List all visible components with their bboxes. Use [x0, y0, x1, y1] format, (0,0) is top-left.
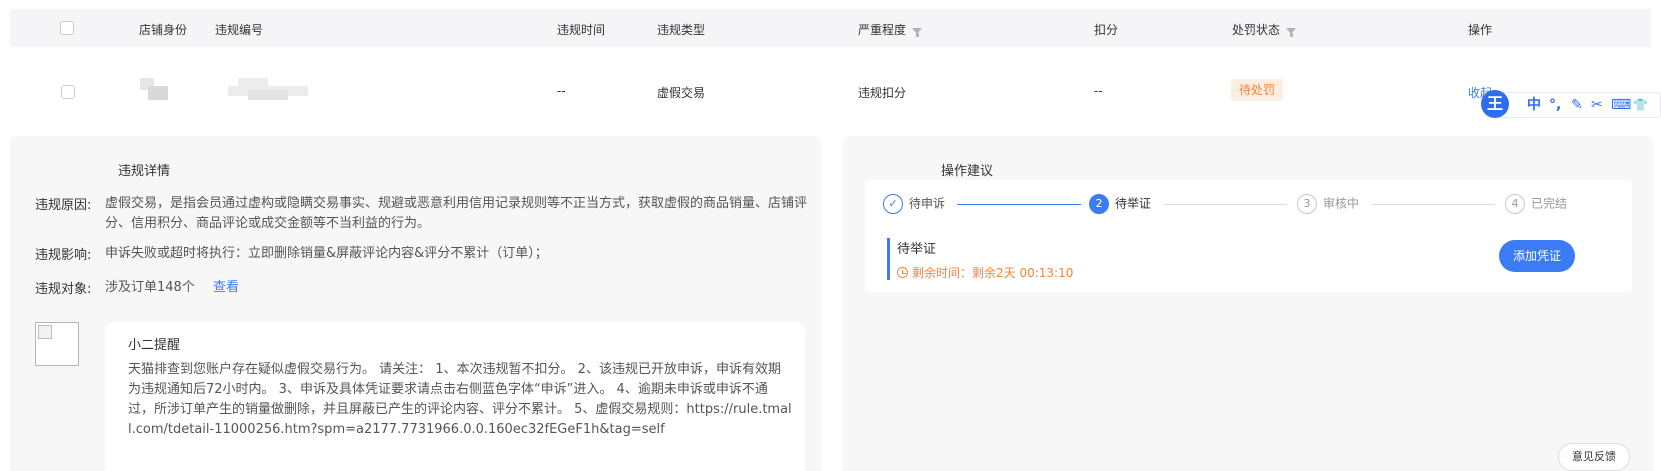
step-number-2: 2 — [1089, 194, 1109, 214]
select-all-checkbox[interactable] — [60, 21, 74, 35]
step-label: 待举证 — [1115, 196, 1152, 211]
target-label: 违规对象: — [35, 282, 92, 297]
header-store-identity: 店铺身份 — [139, 23, 188, 37]
step-label: 审核中 — [1323, 196, 1360, 211]
filter-icon[interactable] — [1286, 28, 1297, 37]
check-icon: ✓ — [883, 194, 903, 214]
step-pending-appeal: ✓ 待申诉 — [883, 194, 945, 214]
header-action: 操作 — [1468, 23, 1493, 37]
cell-deduction: -- — [1094, 84, 1103, 98]
step-pending-evidence: 2 待举证 — [1089, 194, 1151, 214]
countdown-text: 剩余时间：剩余2天 00:13:10 — [912, 266, 1074, 280]
step-line-todo — [1371, 204, 1495, 205]
reminder-text: 天猫排查到您账户存在疑似虚假交易行为。 请关注： 1、本次违规暂不扣分。 2、该… — [128, 362, 792, 437]
view-orders-link[interactable]: 查看 — [213, 280, 239, 295]
step-number-4: 4 — [1505, 194, 1525, 214]
header-severity-label: 严重程度 — [858, 23, 907, 37]
header-penalty-status-label: 处罚状态 — [1232, 23, 1281, 37]
target-text: 涉及订单148个 查看 — [105, 278, 239, 298]
ime-toolbar: 王 中 °, ✎ ✂ ⌨ 👕 — [1481, 90, 1661, 118]
cell-severity: 违规扣分 — [858, 86, 907, 100]
current-step-indicator — [887, 238, 890, 280]
add-evidence-button[interactable]: 添加凭证 — [1499, 240, 1575, 272]
countdown-timer: 剩余时间：剩余2天 00:13:10 — [897, 264, 1073, 281]
cell-violation-type: 虚假交易 — [657, 86, 706, 100]
step-label: 待申诉 — [909, 196, 946, 211]
reason-text: 虚假交易，是指会员通过虚构或隐瞒交易事实、规避或恶意利用信用记录规则等不正当方式… — [105, 196, 808, 231]
details-title: 违规详情 — [118, 164, 171, 179]
step-line-todo — [1163, 204, 1287, 205]
status-badge: 待处罚 — [1231, 79, 1284, 101]
step-reviewing: 3 审核中 — [1297, 194, 1359, 214]
row-checkbox[interactable] — [61, 85, 75, 99]
avatar — [35, 322, 79, 366]
ime-logo-icon[interactable]: 王 — [1481, 90, 1509, 118]
target-order-count: 涉及订单148个 — [105, 280, 195, 295]
table-header: 店铺身份 违规编号 违规时间 违规类型 严重程度 扣分 处罚状态 操作 — [10, 9, 1651, 47]
step-completed: 4 已完结 — [1505, 194, 1567, 214]
cell-violation-time: -- — [557, 84, 566, 98]
progress-steps-card: ✓ 待申诉 2 待举证 3 审核中 4 已完结 待举证 剩余时间：剩余2天 00:13:… — [865, 180, 1632, 292]
clock-icon — [897, 267, 908, 278]
header-violation-id: 违规编号 — [215, 23, 264, 37]
feedback-button[interactable]: 意见反馈 — [1558, 443, 1630, 471]
header-severity[interactable]: 严重程度 — [858, 21, 923, 38]
reminder-title: 小二提醒 — [128, 338, 181, 353]
violation-id-blurred — [228, 76, 308, 100]
header-deduction: 扣分 — [1094, 23, 1119, 37]
store-identity-blurred — [140, 78, 168, 100]
reminder-bubble: 小二提醒 天猫排查到您账户存在疑似虚假交易行为。 请关注： 1、本次违规暂不扣分… — [105, 322, 805, 471]
ime-skin-icon[interactable]: 👕 — [1633, 97, 1648, 113]
impact-label: 违规影响: — [35, 248, 92, 263]
header-penalty-status[interactable]: 处罚状态 — [1232, 21, 1297, 38]
suggestion-title: 操作建议 — [941, 164, 994, 179]
violation-details-panel: 违规详情 违规原因: 虚假交易，是指会员通过虚构或隐瞒交易事实、规避或恶意利用信… — [10, 136, 821, 471]
ime-scissors-icon[interactable]: ✂ — [1591, 97, 1603, 113]
header-violation-type: 违规类型 — [657, 23, 706, 37]
step-number-3: 3 — [1297, 194, 1317, 214]
ime-language-toggle[interactable]: 中 — [1527, 97, 1541, 113]
suggestion-panel: 操作建议 ✓ 待申诉 2 待举证 3 审核中 4 已完结 待举证 剩余时间：剩余2天 0… — [843, 136, 1653, 471]
reason-label: 违规原因: — [35, 198, 92, 213]
step-line-done — [957, 204, 1081, 205]
impact-text: 申诉失败或超时将执行：立即删除销量&屏蔽评论内容&评分不累计（订单）； — [105, 246, 548, 261]
ime-keyboard-icon[interactable]: ⌨ — [1611, 97, 1631, 113]
ime-handwriting-icon[interactable]: ✎ — [1571, 97, 1583, 113]
current-step-title: 待举证 — [897, 242, 937, 257]
header-violation-time: 违规时间 — [557, 23, 606, 37]
filter-icon[interactable] — [912, 28, 923, 37]
ime-punctuation-icon[interactable]: °, — [1549, 97, 1561, 113]
step-label: 已完结 — [1531, 196, 1568, 211]
